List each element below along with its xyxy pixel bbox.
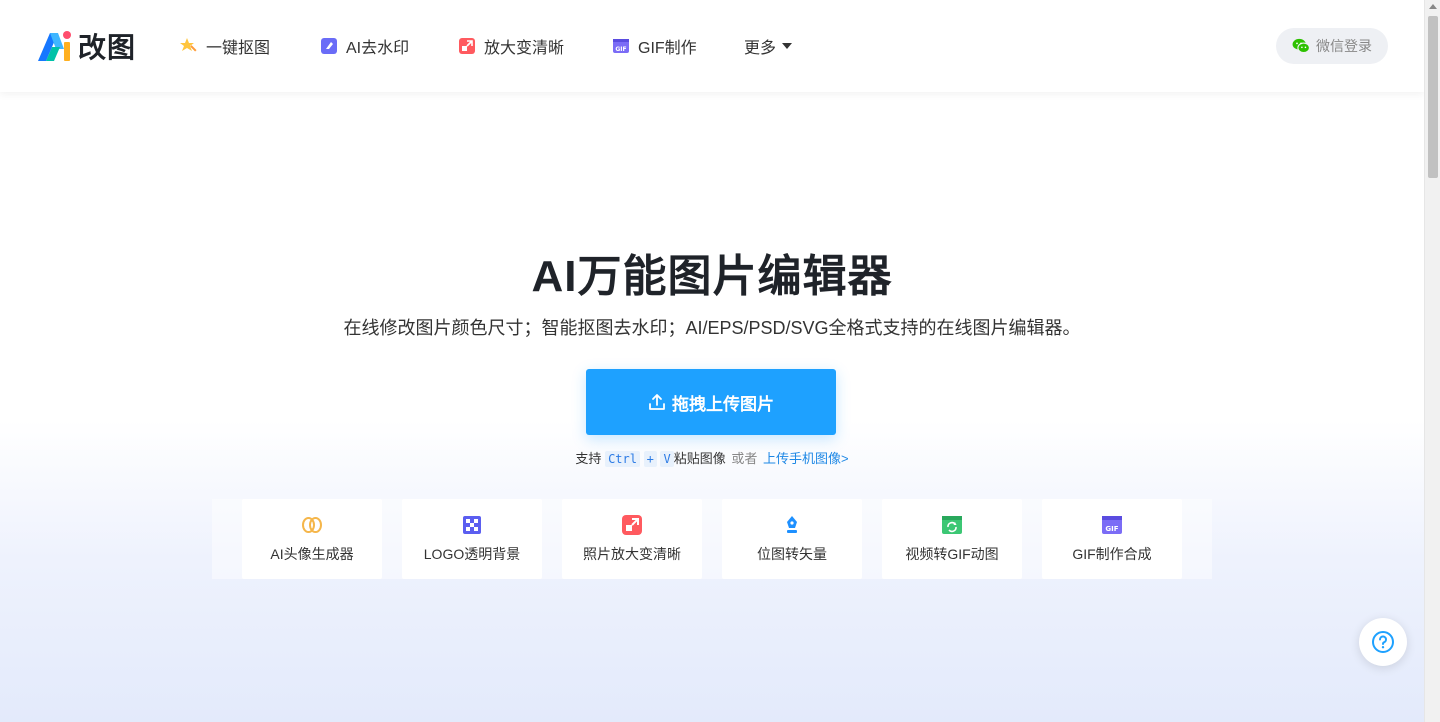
nav-item-label: AI去水印 [346, 40, 410, 57]
page-title: AI万能图片编辑器 [531, 252, 893, 301]
pen-vector-icon [787, 516, 797, 533]
hint-prefix: 支持 [575, 451, 602, 466]
logo-mark-icon [38, 31, 71, 61]
brand-logo[interactable]: 改图 [36, 28, 136, 64]
wechat-login-button[interactable]: 微信登录 [1276, 28, 1388, 64]
page-subtitle: 在线修改图片颜色尺寸；智能抠图去水印；AI/EPS/PSD/SVG全格式支持的在… [343, 318, 1081, 338]
nav-item-remove-watermark[interactable]: AI去水印 [320, 32, 458, 60]
tool-label: GIF制作合成 [1072, 546, 1152, 562]
paste-hint: 支持 Ctrl + V 粘贴图像 或者 上传手机图像> [0, 448, 1424, 467]
tool-cards: AI头像生成器 LOGO透明背景 照片放大变清晰 位图转矢量 视频转GIF动图 … [242, 499, 1202, 579]
nav-more-label: 更多 [744, 40, 777, 57]
nav-item-label: 一键抠图 [206, 40, 271, 57]
main-nav: 一键抠图 AI去水印 放大变清晰 GIF GIF制作 更多 [180, 32, 793, 60]
svg-text:GIF: GIF [1105, 525, 1118, 533]
nav-item-upscale[interactable]: 放大变清晰 [458, 32, 612, 60]
hint-or: 或者 [731, 451, 758, 466]
caret-down-icon [782, 43, 793, 49]
enlarge-icon [459, 38, 475, 54]
star-magic-icon [180, 38, 197, 52]
nav-item-label: 放大变清晰 [484, 40, 565, 57]
nav-item-cutout[interactable]: 一键抠图 [180, 32, 320, 60]
transparent-grid-icon [463, 516, 481, 534]
tool-label: 照片放大变清晰 [583, 546, 681, 562]
logo-text: 改图 [78, 31, 137, 64]
nav-item-gif[interactable]: GIF GIF制作 [612, 32, 744, 60]
upload-label: 拖拽上传图片 [672, 394, 774, 414]
tool-label: LOGO透明背景 [423, 546, 521, 562]
gif-icon: GIF [613, 39, 629, 53]
help-button[interactable] [1359, 618, 1407, 666]
tool-label: AI头像生成器 [270, 546, 354, 562]
question-mark-icon [1372, 631, 1394, 653]
gif-icon: GIF [1102, 516, 1122, 534]
mobile-upload-link[interactable]: 上传手机图像> [763, 451, 849, 466]
tool-card-photo-upscale[interactable]: 照片放大变清晰 [562, 499, 702, 579]
tool-label: 视频转GIF动图 [905, 546, 999, 562]
wechat-icon [1292, 38, 1310, 54]
tool-label: 位图转矢量 [757, 546, 827, 562]
nav-item-label: GIF制作 [638, 40, 697, 57]
nav-more-dropdown[interactable]: 更多 [744, 32, 793, 60]
svg-text:GIF: GIF [615, 46, 626, 53]
upload-icon [649, 394, 665, 410]
eraser-icon [321, 38, 337, 54]
kbd-v: V [660, 451, 674, 467]
tool-card-logo-transparent[interactable]: LOGO透明背景 [402, 499, 542, 579]
kbd-plus: + [643, 451, 657, 467]
video-convert-icon [942, 516, 962, 534]
enlarge-icon [622, 515, 642, 535]
login-label: 微信登录 [1316, 38, 1372, 54]
scroll-up-arrow-icon[interactable] [1429, 4, 1437, 9]
top-header: 改图 一键抠图 AI去水印 放大变清晰 GIF GIF制作 更多 微信登录 [0, 0, 1424, 92]
page-scrollbar[interactable] [1424, 0, 1440, 722]
scroll-thumb[interactable] [1428, 16, 1438, 178]
upload-image-button[interactable]: 拖拽上传图片 [586, 369, 836, 435]
tool-card-ai-avatar[interactable]: AI头像生成器 [242, 499, 382, 579]
kbd-ctrl: Ctrl [605, 451, 640, 467]
avatar-ai-icon [302, 517, 322, 533]
tool-card-video-to-gif[interactable]: 视频转GIF动图 [882, 499, 1022, 579]
tool-card-vectorize[interactable]: 位图转矢量 [722, 499, 862, 579]
hint-suffix: 粘贴图像 [673, 451, 726, 466]
tool-card-gif-maker[interactable]: GIF GIF制作合成 [1042, 499, 1182, 579]
